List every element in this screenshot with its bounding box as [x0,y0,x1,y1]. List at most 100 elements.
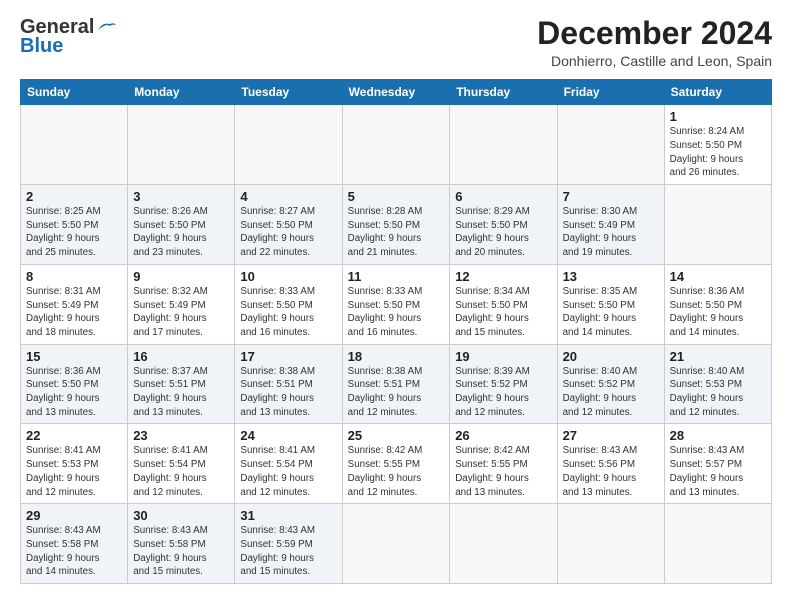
month-title: December 2024 [537,16,772,51]
day-info: Sunrise: 8:24 AMSunset: 5:50 PMDaylight:… [670,125,766,180]
calendar-week-row: 1Sunrise: 8:24 AMSunset: 5:50 PMDaylight… [21,105,772,185]
table-row: 11Sunrise: 8:33 AMSunset: 5:50 PMDayligh… [342,264,450,344]
table-row: 30Sunrise: 8:43 AMSunset: 5:58 PMDayligh… [128,504,235,584]
table-row: 29Sunrise: 8:43 AMSunset: 5:58 PMDayligh… [21,504,128,584]
calendar-header-row: Sunday Monday Tuesday Wednesday Thursday… [21,80,772,105]
day-info: Sunrise: 8:43 AMSunset: 5:56 PMDaylight:… [563,444,659,499]
table-row: 31Sunrise: 8:43 AMSunset: 5:59 PMDayligh… [235,504,342,584]
day-info: Sunrise: 8:36 AMSunset: 5:50 PMDaylight:… [670,285,766,340]
calendar-week-row: 22Sunrise: 8:41 AMSunset: 5:53 PMDayligh… [21,424,772,504]
table-row [342,105,450,185]
col-friday: Friday [557,80,664,105]
table-row: 15Sunrise: 8:36 AMSunset: 5:50 PMDayligh… [21,344,128,424]
table-row: 22Sunrise: 8:41 AMSunset: 5:53 PMDayligh… [21,424,128,504]
table-row: 7Sunrise: 8:30 AMSunset: 5:49 PMDaylight… [557,185,664,265]
day-info: Sunrise: 8:27 AMSunset: 5:50 PMDaylight:… [240,205,336,260]
table-row: 10Sunrise: 8:33 AMSunset: 5:50 PMDayligh… [235,264,342,344]
header: General Blue December 2024 Donhierro, Ca… [20,16,772,69]
logo: General Blue [20,16,118,58]
table-row: 8Sunrise: 8:31 AMSunset: 5:49 PMDaylight… [21,264,128,344]
day-number: 13 [563,269,659,284]
table-row: 14Sunrise: 8:36 AMSunset: 5:50 PMDayligh… [664,264,771,344]
table-row: 19Sunrise: 8:39 AMSunset: 5:52 PMDayligh… [450,344,557,424]
calendar-week-row: 29Sunrise: 8:43 AMSunset: 5:58 PMDayligh… [21,504,772,584]
day-info: Sunrise: 8:35 AMSunset: 5:50 PMDaylight:… [563,285,659,340]
table-row [128,105,235,185]
day-number: 25 [348,428,445,443]
day-number: 11 [348,269,445,284]
logo-bird-icon [96,20,118,36]
calendar-page: General Blue December 2024 Donhierro, Ca… [0,0,792,612]
table-row: 12Sunrise: 8:34 AMSunset: 5:50 PMDayligh… [450,264,557,344]
col-saturday: Saturday [664,80,771,105]
table-row: 6Sunrise: 8:29 AMSunset: 5:50 PMDaylight… [450,185,557,265]
day-number: 21 [670,349,766,364]
day-number: 28 [670,428,766,443]
day-number: 2 [26,189,122,204]
day-number: 4 [240,189,336,204]
table-row: 28Sunrise: 8:43 AMSunset: 5:57 PMDayligh… [664,424,771,504]
table-row: 16Sunrise: 8:37 AMSunset: 5:51 PMDayligh… [128,344,235,424]
day-info: Sunrise: 8:38 AMSunset: 5:51 PMDaylight:… [240,365,336,420]
table-row: 2Sunrise: 8:25 AMSunset: 5:50 PMDaylight… [21,185,128,265]
day-info: Sunrise: 8:36 AMSunset: 5:50 PMDaylight:… [26,365,122,420]
day-info: Sunrise: 8:40 AMSunset: 5:52 PMDaylight:… [563,365,659,420]
day-info: Sunrise: 8:25 AMSunset: 5:50 PMDaylight:… [26,205,122,260]
day-number: 10 [240,269,336,284]
table-row: 4Sunrise: 8:27 AMSunset: 5:50 PMDaylight… [235,185,342,265]
day-info: Sunrise: 8:33 AMSunset: 5:50 PMDaylight:… [348,285,445,340]
table-row: 26Sunrise: 8:42 AMSunset: 5:55 PMDayligh… [450,424,557,504]
day-number: 30 [133,508,229,523]
table-row: 13Sunrise: 8:35 AMSunset: 5:50 PMDayligh… [557,264,664,344]
day-number: 23 [133,428,229,443]
table-row [235,105,342,185]
day-info: Sunrise: 8:39 AMSunset: 5:52 PMDaylight:… [455,365,551,420]
table-row: 1Sunrise: 8:24 AMSunset: 5:50 PMDaylight… [664,105,771,185]
table-row: 3Sunrise: 8:26 AMSunset: 5:50 PMDaylight… [128,185,235,265]
day-number: 17 [240,349,336,364]
table-row: 23Sunrise: 8:41 AMSunset: 5:54 PMDayligh… [128,424,235,504]
table-row: 17Sunrise: 8:38 AMSunset: 5:51 PMDayligh… [235,344,342,424]
day-number: 5 [348,189,445,204]
col-thursday: Thursday [450,80,557,105]
day-info: Sunrise: 8:40 AMSunset: 5:53 PMDaylight:… [670,365,766,420]
day-number: 14 [670,269,766,284]
day-info: Sunrise: 8:37 AMSunset: 5:51 PMDaylight:… [133,365,229,420]
day-info: Sunrise: 8:30 AMSunset: 5:49 PMDaylight:… [563,205,659,260]
day-number: 18 [348,349,445,364]
calendar-week-row: 8Sunrise: 8:31 AMSunset: 5:49 PMDaylight… [21,264,772,344]
day-info: Sunrise: 8:42 AMSunset: 5:55 PMDaylight:… [455,444,551,499]
day-info: Sunrise: 8:43 AMSunset: 5:58 PMDaylight:… [133,524,229,579]
logo-blue: Blue [20,35,63,58]
day-number: 26 [455,428,551,443]
day-number: 16 [133,349,229,364]
table-row [342,504,450,584]
table-row: 18Sunrise: 8:38 AMSunset: 5:51 PMDayligh… [342,344,450,424]
calendar-table: Sunday Monday Tuesday Wednesday Thursday… [20,79,772,584]
day-info: Sunrise: 8:34 AMSunset: 5:50 PMDaylight:… [455,285,551,340]
table-row [21,105,128,185]
day-info: Sunrise: 8:41 AMSunset: 5:54 PMDaylight:… [240,444,336,499]
table-row [557,504,664,584]
day-number: 24 [240,428,336,443]
day-info: Sunrise: 8:33 AMSunset: 5:50 PMDaylight:… [240,285,336,340]
table-row [557,105,664,185]
day-info: Sunrise: 8:42 AMSunset: 5:55 PMDaylight:… [348,444,445,499]
table-row: 27Sunrise: 8:43 AMSunset: 5:56 PMDayligh… [557,424,664,504]
table-row: 9Sunrise: 8:32 AMSunset: 5:49 PMDaylight… [128,264,235,344]
table-row: 24Sunrise: 8:41 AMSunset: 5:54 PMDayligh… [235,424,342,504]
table-row: 5Sunrise: 8:28 AMSunset: 5:50 PMDaylight… [342,185,450,265]
day-number: 15 [26,349,122,364]
col-monday: Monday [128,80,235,105]
day-number: 1 [670,109,766,124]
day-info: Sunrise: 8:43 AMSunset: 5:57 PMDaylight:… [670,444,766,499]
day-info: Sunrise: 8:32 AMSunset: 5:49 PMDaylight:… [133,285,229,340]
day-number: 29 [26,508,122,523]
day-info: Sunrise: 8:41 AMSunset: 5:53 PMDaylight:… [26,444,122,499]
table-row [664,504,771,584]
day-info: Sunrise: 8:31 AMSunset: 5:49 PMDaylight:… [26,285,122,340]
day-info: Sunrise: 8:29 AMSunset: 5:50 PMDaylight:… [455,205,551,260]
day-info: Sunrise: 8:43 AMSunset: 5:58 PMDaylight:… [26,524,122,579]
day-info: Sunrise: 8:43 AMSunset: 5:59 PMDaylight:… [240,524,336,579]
day-number: 8 [26,269,122,284]
